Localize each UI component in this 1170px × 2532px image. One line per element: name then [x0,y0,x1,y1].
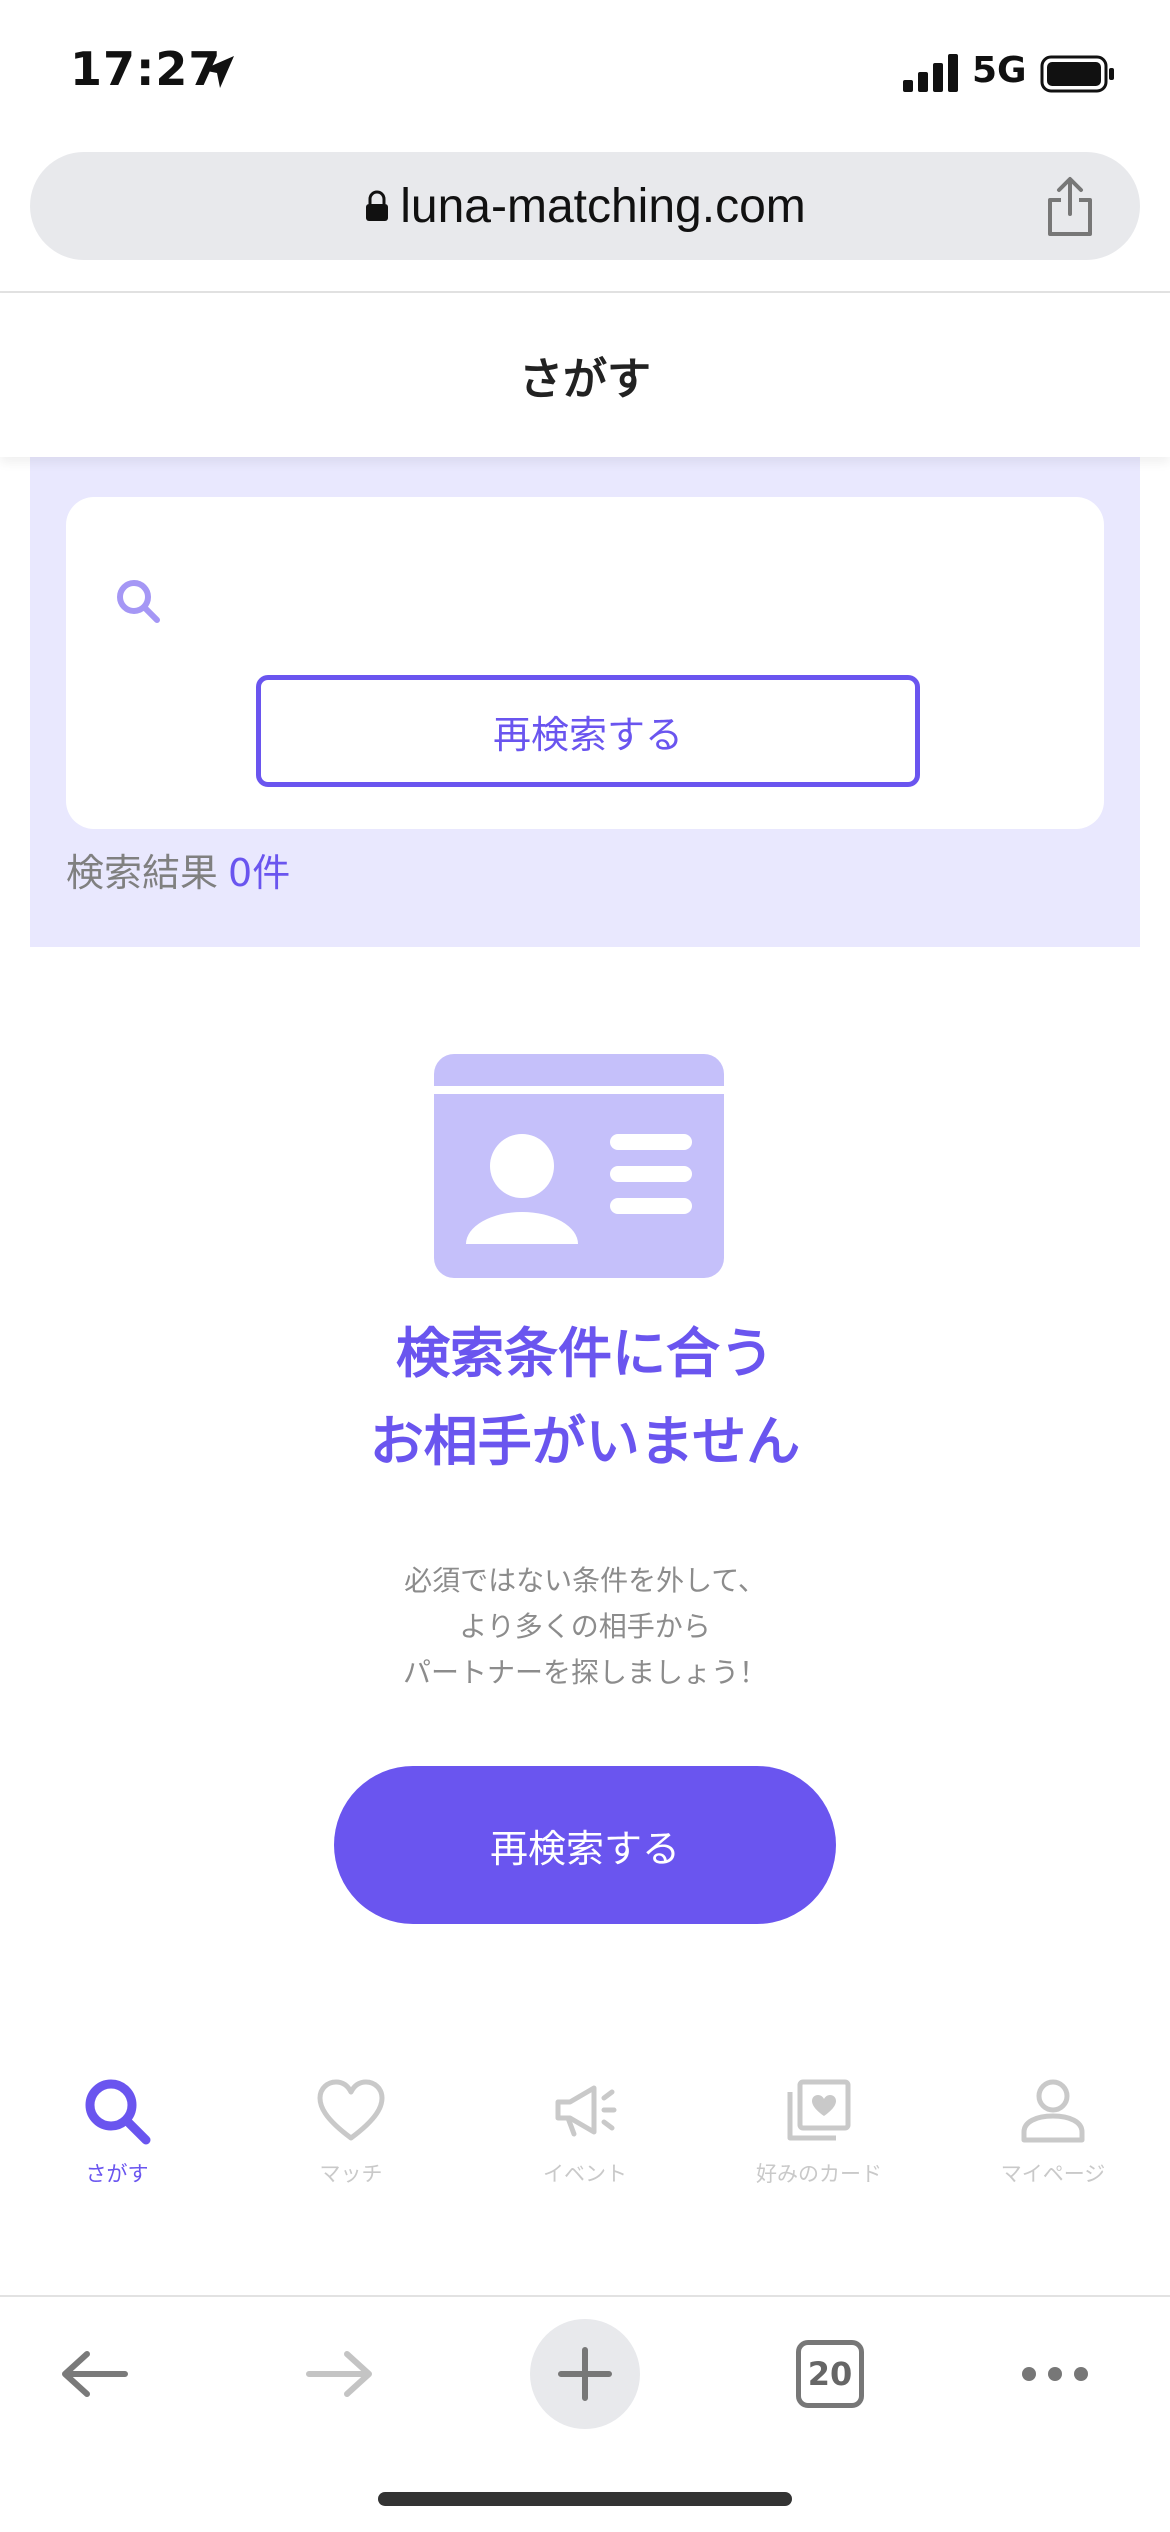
empty-desc-line1: 必須ではない条件を外して、 [404,1564,766,1597]
address-bar[interactable]: luna-matching.com [30,152,1140,260]
nav-item-mypage[interactable]: マイページ [936,2060,1170,2200]
search-panel: 再検索する 検索結果 0件 [30,457,1140,947]
nav-label: 好みのカード [756,2162,882,2186]
empty-title-line2: お相手がいません [369,1410,801,1473]
empty-desc-line3: パートナーを探しましょう！ [402,1656,767,1689]
arrow-left-icon [62,2351,128,2397]
empty-state-description: 必須ではない条件を外して、 より多くの相手から パートナーを探しましょう！ [0,1558,1170,1696]
research-primary-button[interactable]: 再検索する [334,1766,836,1924]
search-card: 再検索する [66,497,1104,829]
tab-count: 20 [796,2340,864,2408]
nav-label: さがす [85,2162,149,2186]
status-bar: 17:27 5G [0,0,1170,150]
battery-icon [1040,55,1114,93]
search-icon [85,2079,151,2145]
network-type: 5G [972,50,1027,91]
research-outline-button[interactable]: 再検索する [256,675,920,787]
page-header: さがす [0,293,1170,457]
back-button[interactable] [40,2319,150,2429]
signal-icon [903,54,958,92]
new-tab-button[interactable] [530,2319,640,2429]
bottom-nav: さがす マッチ イベント 好みのカード マイページ [0,2060,1170,2200]
empty-desc-line2: より多くの相手から [459,1610,711,1643]
nav-label: イベント [543,2162,627,2186]
nav-item-event[interactable]: イベント [468,2060,702,2200]
nav-item-match[interactable]: マッチ [234,2060,468,2200]
arrow-right-icon [306,2351,372,2397]
share-icon[interactable] [1040,176,1100,238]
page-title: さがす [519,354,651,405]
more-icon [1022,2367,1088,2381]
nav-label: マッチ [319,2162,383,2186]
search-result-summary: 検索結果 0件 [66,842,290,897]
empty-title-line1: 検索条件に合う [396,1322,774,1385]
person-icon [1021,2079,1085,2143]
result-count: 0件 [228,851,291,895]
card-heart-icon [787,2079,851,2141]
megaphone-icon [555,2085,617,2137]
url-text: luna-matching.com [400,179,806,233]
location-arrow-icon [202,56,234,88]
lock-icon [366,190,389,221]
nav-item-search[interactable]: さがす [0,2060,234,2200]
nav-label: マイページ [1000,2162,1106,2186]
heart-icon [317,2079,385,2141]
home-indicator [378,2492,792,2506]
result-label: 検索結果 [66,851,219,895]
empty-state-title: 検索条件に合う お相手がいません [0,1310,1170,1486]
more-button[interactable] [1000,2319,1110,2429]
tabs-button[interactable]: 20 [775,2319,885,2429]
nav-item-favorite-cards[interactable]: 好みのカード [702,2060,936,2200]
forward-button[interactable] [284,2319,394,2429]
plus-icon [558,2347,612,2401]
browser-toolbar: 20 [0,2297,1170,2447]
search-icon [117,580,160,623]
profile-card-illustration [434,1054,724,1278]
